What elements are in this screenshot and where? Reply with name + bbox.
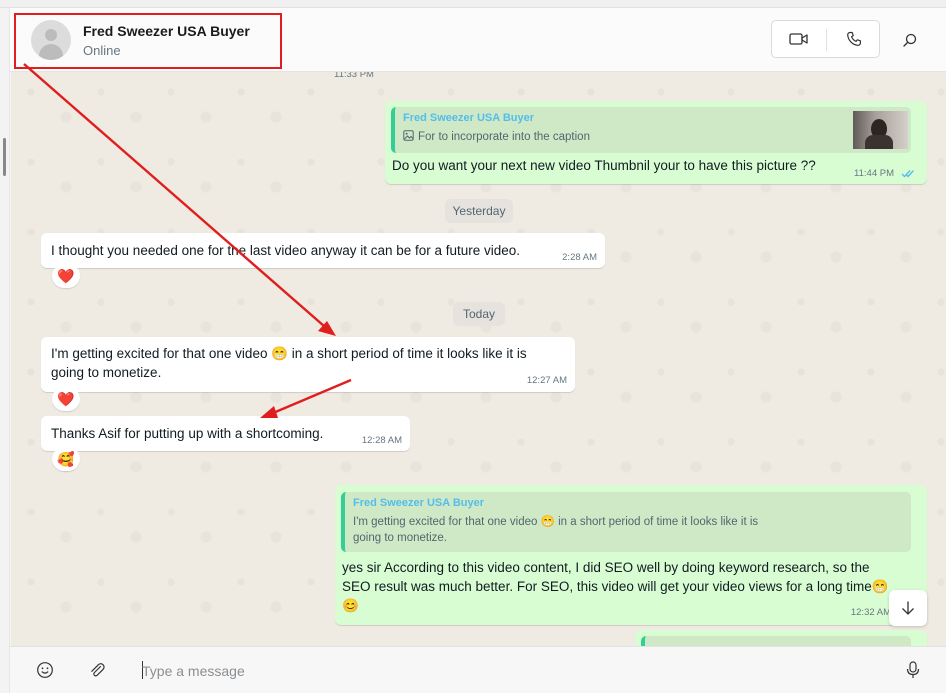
message-time: 11:33 PM (334, 72, 374, 80)
message-time: 12:32 AM (850, 607, 891, 618)
search-button[interactable] (896, 28, 924, 52)
quote-text-row: For to incorporate into the caption (403, 129, 590, 145)
message-input[interactable] (142, 659, 882, 683)
incoming-message[interactable]: I'm getting excited for that one video 😁… (41, 337, 575, 392)
left-panel-edge (0, 8, 10, 693)
outgoing-message-partial[interactable] (635, 630, 927, 646)
incoming-message[interactable]: I thought you needed one for the last vi… (41, 233, 605, 268)
message-time: 2:28 AM (562, 252, 597, 263)
thumbnail-person-body (865, 135, 893, 149)
scroll-to-bottom-button[interactable] (889, 590, 927, 626)
annotation-highlight-box (14, 13, 282, 69)
image-icon (403, 130, 414, 141)
reaction-heart[interactable]: ❤️ (52, 264, 80, 288)
microphone-icon (906, 661, 920, 678)
quoted-message (641, 636, 911, 646)
reaction-smiling-face-with-hearts[interactable]: 🥰 (52, 447, 80, 471)
outgoing-message[interactable]: Fred Sweezer USA Buyer For to incorporat… (385, 101, 927, 184)
double-check-icon (901, 170, 914, 178)
message-text-line: 😊 (342, 598, 359, 613)
emoji-button[interactable] (32, 657, 58, 683)
quoted-message[interactable]: Fred Sweezer USA Buyer For to incorporat… (391, 107, 911, 153)
chat-area[interactable]: 11:33 PM Fred Sweezer USA Buyer For to i… (11, 72, 946, 646)
quoted-image-thumbnail[interactable] (853, 111, 908, 149)
message-time: 12:28 AM (361, 435, 402, 446)
search-icon (903, 33, 917, 47)
phone-icon (847, 31, 861, 46)
quote-text-line: going to monetize. (353, 532, 447, 544)
video-camera-icon (789, 33, 808, 45)
message-text-line: yes sir According to this video content,… (342, 560, 870, 575)
paperclip-icon (91, 663, 105, 677)
quote-author: Fred Sweezer USA Buyer (403, 112, 535, 124)
message-text-line: I'm getting excited for that one video 😁… (51, 346, 527, 361)
arrow-down-icon (902, 601, 914, 615)
quoted-message[interactable]: Fred Sweezer USA Buyer I'm getting excit… (341, 492, 911, 552)
message-composer (10, 646, 946, 693)
message-text: Do you want your next new video Thumbnil… (392, 158, 816, 173)
call-button-group (771, 20, 880, 58)
message-time: 11:44 PM (854, 168, 894, 179)
quote-text: For to incorporate into the caption (418, 131, 590, 143)
message-text-line: going to monetize. (51, 365, 162, 380)
video-call-button[interactable] (772, 21, 826, 57)
message-text: Thanks Asif for putting up with a shortc… (51, 426, 324, 441)
emoji-icon (37, 662, 53, 678)
voice-call-button[interactable] (827, 21, 881, 57)
quote-author: Fred Sweezer USA Buyer (353, 497, 485, 509)
incoming-message[interactable]: Thanks Asif for putting up with a shortc… (41, 416, 410, 451)
message-time: 12:27 AM (526, 375, 567, 386)
outgoing-message[interactable]: Fred Sweezer USA Buyer I'm getting excit… (335, 485, 927, 625)
resize-grip[interactable] (3, 138, 6, 176)
window-top-strip (0, 0, 946, 8)
date-chip-yesterday: Yesterday (445, 199, 513, 223)
message-text: I thought you needed one for the last vi… (51, 243, 521, 258)
message-text-line: SEO result was much better. For SEO, thi… (342, 579, 889, 594)
reaction-heart[interactable]: ❤️ (52, 387, 80, 411)
voice-message-button[interactable] (900, 657, 926, 683)
date-chip-today: Today (453, 302, 505, 326)
quote-text-line: I'm getting excited for that one video 😁… (353, 516, 759, 528)
attach-button[interactable] (84, 657, 110, 683)
